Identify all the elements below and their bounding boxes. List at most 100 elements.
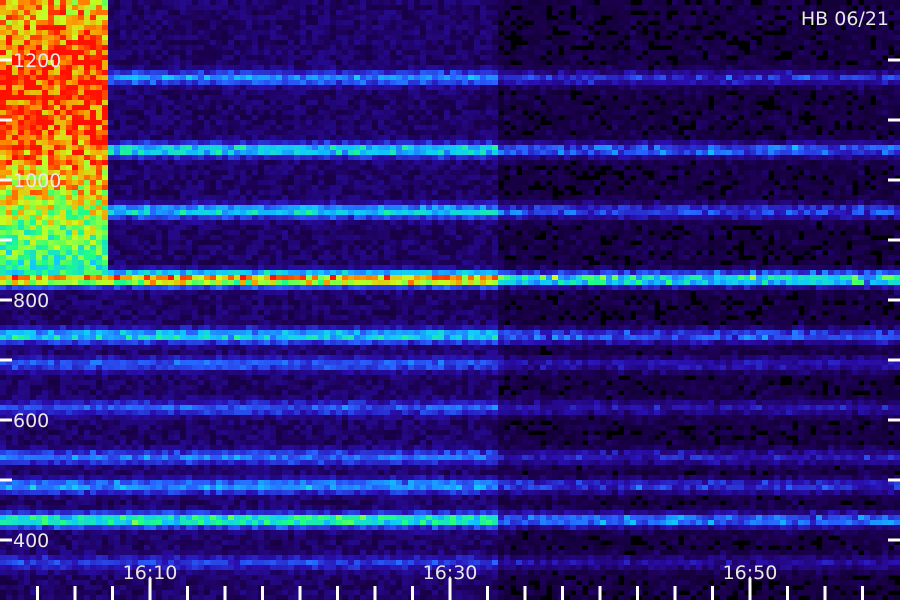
heatmap-cell <box>402 105 409 111</box>
heatmap-cell <box>822 145 829 151</box>
heatmap-cell <box>792 40 799 46</box>
heatmap-cell <box>648 25 655 31</box>
heatmap-cell <box>882 155 889 161</box>
heatmap-cell <box>330 140 337 146</box>
heatmap-cell <box>480 155 487 161</box>
heatmap-cell <box>732 80 739 86</box>
heatmap-cell <box>438 130 445 136</box>
heatmap-cell <box>780 60 787 66</box>
heatmap-cell <box>78 0 85 6</box>
heatmap-cell <box>768 120 775 126</box>
heatmap-cell <box>384 130 391 136</box>
heatmap-cell <box>768 140 775 146</box>
heatmap-cell <box>606 0 613 6</box>
heatmap-cell <box>600 35 607 41</box>
heatmap-cell <box>156 155 163 161</box>
heatmap-cell <box>270 85 277 91</box>
heatmap-cell <box>222 105 229 111</box>
heatmap-cell <box>324 140 331 146</box>
heatmap-cell <box>792 80 799 86</box>
heatmap-cell <box>708 0 715 6</box>
heatmap-cell <box>366 45 373 51</box>
heatmap-cell <box>6 75 13 81</box>
heatmap-cell <box>798 145 805 151</box>
heatmap-cell <box>390 65 397 71</box>
heatmap-cell <box>210 175 217 181</box>
heatmap-cell <box>576 70 583 76</box>
heatmap-cell <box>672 80 679 86</box>
heatmap-cell <box>762 150 769 156</box>
heatmap-cell <box>18 145 25 151</box>
heatmap-cell <box>828 70 835 76</box>
heatmap-cell <box>168 105 175 111</box>
heatmap-cell <box>78 115 85 121</box>
heatmap-cell <box>270 150 277 156</box>
heatmap-cell <box>198 5 205 11</box>
heatmap-cell <box>240 0 247 6</box>
heatmap-cell <box>396 95 403 101</box>
heatmap-cell <box>336 25 343 31</box>
heatmap-cell <box>870 85 877 91</box>
heatmap-cell <box>690 50 697 56</box>
heatmap-cell <box>468 70 475 76</box>
heatmap-cell <box>450 60 457 66</box>
heatmap-cell <box>702 100 709 106</box>
heatmap-cell <box>696 155 703 161</box>
heatmap-cell <box>390 170 397 176</box>
heatmap-cell <box>888 85 895 91</box>
heatmap-cell <box>804 85 811 91</box>
heatmap-cell <box>648 120 655 126</box>
heatmap-cell <box>48 95 55 101</box>
heatmap-cell <box>636 145 643 151</box>
heatmap-cell <box>108 20 115 26</box>
heatmap-cell <box>60 15 67 21</box>
heatmap-cell <box>528 45 535 51</box>
heatmap-cell <box>162 35 169 41</box>
heatmap-cell <box>162 80 169 86</box>
heatmap-cell <box>702 105 709 111</box>
heatmap-cell <box>522 115 529 121</box>
heatmap-cell <box>60 160 67 166</box>
heatmap-cell <box>264 75 271 81</box>
heatmap-cell <box>828 60 835 66</box>
heatmap-cell <box>192 5 199 11</box>
heatmap-cell <box>462 160 469 166</box>
heatmap-cell <box>558 90 565 96</box>
heatmap-cell <box>294 125 301 131</box>
heatmap-cell <box>834 110 841 116</box>
heatmap-cell <box>450 150 457 156</box>
heatmap-cell <box>12 75 19 81</box>
heatmap-cell <box>390 100 397 106</box>
heatmap-cell <box>108 40 115 46</box>
heatmap-cell <box>666 155 673 161</box>
heatmap-cell <box>144 25 151 31</box>
heatmap-cell <box>84 160 91 166</box>
heatmap-cell <box>234 110 241 116</box>
heatmap-cell <box>462 135 469 141</box>
heatmap-cell <box>108 120 115 126</box>
heatmap-cell <box>378 55 385 61</box>
heatmap-cell <box>546 130 553 136</box>
heatmap-cell <box>360 35 367 41</box>
heatmap-cell <box>342 20 349 26</box>
heatmap-cell <box>450 170 457 176</box>
heatmap-cell <box>246 145 253 151</box>
heatmap-cell <box>282 55 289 61</box>
heatmap-cell <box>174 140 181 146</box>
heatmap-cell <box>516 75 523 81</box>
heatmap-cell <box>840 50 847 56</box>
heatmap-cell <box>774 10 781 16</box>
heatmap-cell <box>150 130 157 136</box>
heatmap-cell <box>636 90 643 96</box>
heatmap-cell <box>12 150 19 156</box>
heatmap-cell <box>384 115 391 121</box>
heatmap-cell <box>78 25 85 31</box>
heatmap-cell <box>660 85 667 91</box>
heatmap-cell <box>696 130 703 136</box>
heatmap-cell <box>42 25 49 31</box>
heatmap-cell <box>78 105 85 111</box>
heatmap-cell <box>558 60 565 66</box>
heatmap-cell <box>240 30 247 36</box>
heatmap-cell <box>168 20 175 26</box>
heatmap-cell <box>390 25 397 31</box>
